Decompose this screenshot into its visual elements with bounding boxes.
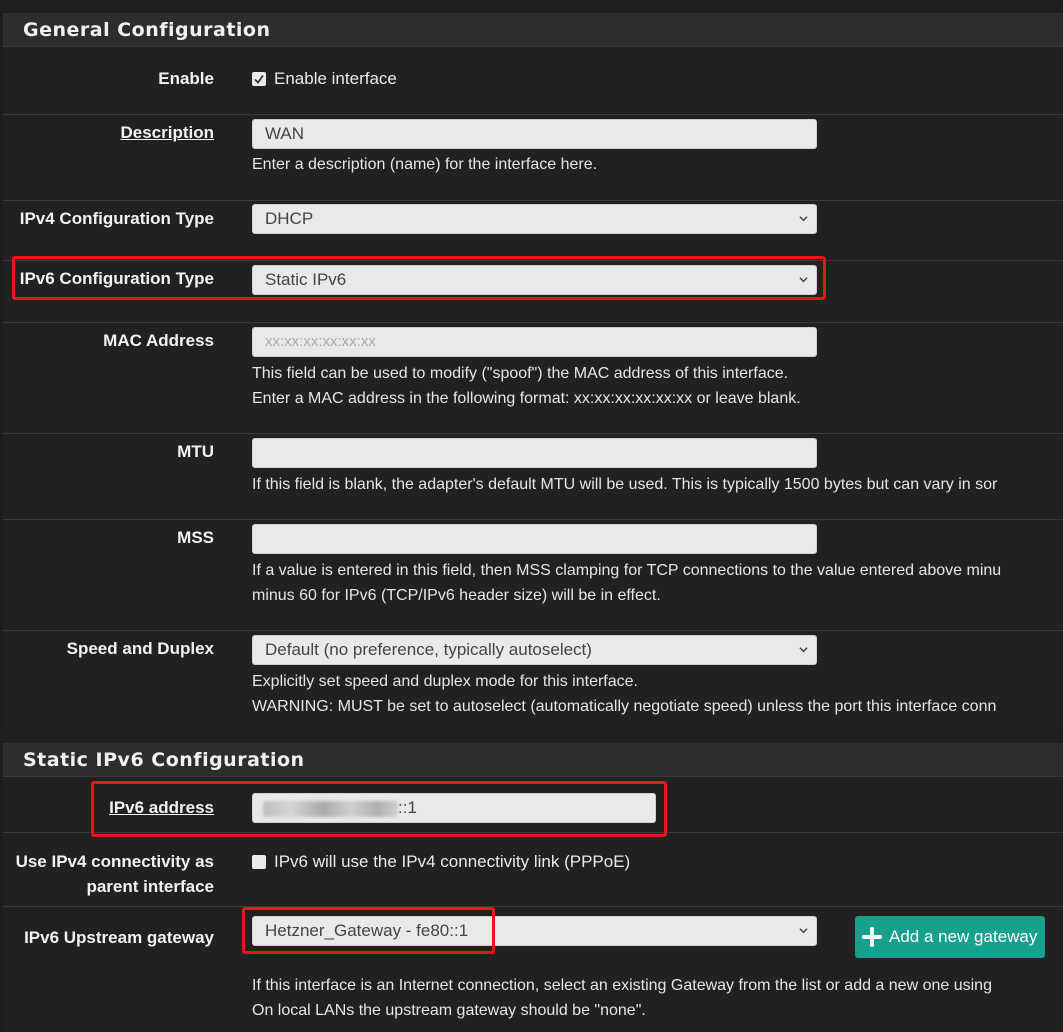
general-configuration-panel: General Configuration Enable Enable inte… xyxy=(3,13,1063,728)
mss-help-2: minus 60 for IPv6 (TCP/IPv6 header size)… xyxy=(252,587,661,604)
plus-icon xyxy=(862,927,882,947)
highlight-ipv6-type xyxy=(12,256,826,300)
upstream-gateway-label: IPv6 Upstream gateway xyxy=(24,928,214,947)
add-gateway-button[interactable]: Add a new gateway xyxy=(855,916,1045,958)
description-label[interactable]: Description xyxy=(120,123,214,143)
speed-duplex-label: Speed and Duplex xyxy=(66,639,214,658)
enable-checkbox[interactable] xyxy=(252,72,266,86)
mtu-help: If this field is blank, the adapter's de… xyxy=(252,476,998,493)
enable-checkbox-group[interactable]: Enable interface xyxy=(252,69,397,89)
ipv4-type-value: DHCP xyxy=(265,209,314,228)
upstream-gateway-help: If this interface is an Internet connect… xyxy=(252,973,992,1023)
mac-row: MAC Address xx:xx:xx:xx:xx:xx This field… xyxy=(3,323,1063,434)
speed-duplex-help-2: WARNING: MUST be set to autoselect (auto… xyxy=(252,698,997,715)
add-gateway-button-label: Add a new gateway xyxy=(889,927,1038,946)
mac-input[interactable]: xx:xx:xx:xx:xx:xx xyxy=(252,327,817,357)
panel-title: Static IPv6 Configuration xyxy=(3,743,1063,777)
highlight-ipv6-address xyxy=(91,781,667,837)
mss-label: MSS xyxy=(177,528,214,547)
description-row: Description WAN Enter a description (nam… xyxy=(3,115,1063,201)
enable-checkbox-label: Enable interface xyxy=(274,69,397,88)
mss-help-1: If a value is entered in this field, the… xyxy=(252,562,1002,579)
upstream-gateway-help-2: On local LANs the upstream gateway shoul… xyxy=(252,1002,646,1019)
ipv4-parent-label-line1: Use IPv4 connectivity as xyxy=(15,852,214,871)
mss-control: If a value is entered in this field, the… xyxy=(252,524,1001,608)
highlight-upstream-gateway xyxy=(242,907,495,954)
description-help: Enter a description (name) for the inter… xyxy=(252,156,598,173)
mss-input[interactable] xyxy=(252,524,817,554)
upstream-gateway-help-1: If this interface is an Internet connect… xyxy=(252,977,992,994)
chevron-down-icon xyxy=(799,216,808,222)
mtu-control: If this field is blank, the adapter's de… xyxy=(252,438,997,497)
chevron-down-icon xyxy=(799,647,808,653)
panel-title: General Configuration xyxy=(3,13,1063,47)
speed-duplex-select[interactable]: Default (no preference, typically autose… xyxy=(252,635,817,665)
ipv4-parent-row: Use IPv4 connectivity as parent interfac… xyxy=(3,833,1063,907)
checkmark-icon xyxy=(254,74,264,84)
ipv4-type-label: IPv4 Configuration Type xyxy=(19,209,214,228)
speed-duplex-value: Default (no preference, typically autose… xyxy=(265,640,592,659)
description-input[interactable]: WAN xyxy=(252,119,817,149)
chevron-down-icon xyxy=(799,928,808,934)
ipv4-parent-checkbox-label: IPv6 will use the IPv4 connectivity link… xyxy=(274,852,631,871)
mtu-label: MTU xyxy=(177,442,214,461)
mac-control: xx:xx:xx:xx:xx:xx This field can be used… xyxy=(252,327,817,411)
ipv4-parent-label: Use IPv4 connectivity as parent interfac… xyxy=(16,849,214,899)
ipv4-type-control: DHCP xyxy=(252,204,817,234)
ipv4-parent-checkbox-group[interactable]: IPv6 will use the IPv4 connectivity link… xyxy=(252,852,630,872)
enable-label: Enable xyxy=(158,69,214,88)
ipv4-parent-label-line2: parent interface xyxy=(86,877,214,896)
mtu-row: MTU If this field is blank, the adapter'… xyxy=(3,434,1063,520)
mac-help-2: Enter a MAC address in the following for… xyxy=(252,390,801,407)
speed-duplex-control: Default (no preference, typically autose… xyxy=(252,635,996,719)
speed-duplex-row: Speed and Duplex Default (no preference,… xyxy=(3,631,1063,728)
ipv4-type-select[interactable]: DHCP xyxy=(252,204,817,234)
mtu-input[interactable] xyxy=(252,438,817,468)
ipv4-parent-checkbox[interactable] xyxy=(252,855,266,869)
upstream-gateway-row: IPv6 Upstream gateway Hetzner_Gateway - … xyxy=(3,907,1063,1032)
mac-help-1: This field can be used to modify ("spoof… xyxy=(252,365,789,382)
speed-duplex-help-1: Explicitly set speed and duplex mode for… xyxy=(252,673,638,690)
mss-row: MSS If a value is entered in this field,… xyxy=(3,520,1063,631)
enable-row: Enable Enable interface xyxy=(3,47,1063,115)
mac-label: MAC Address xyxy=(103,331,214,350)
ipv4-type-row: IPv4 Configuration Type DHCP xyxy=(3,201,1063,261)
description-control: WAN Enter a description (name) for the i… xyxy=(252,119,817,177)
